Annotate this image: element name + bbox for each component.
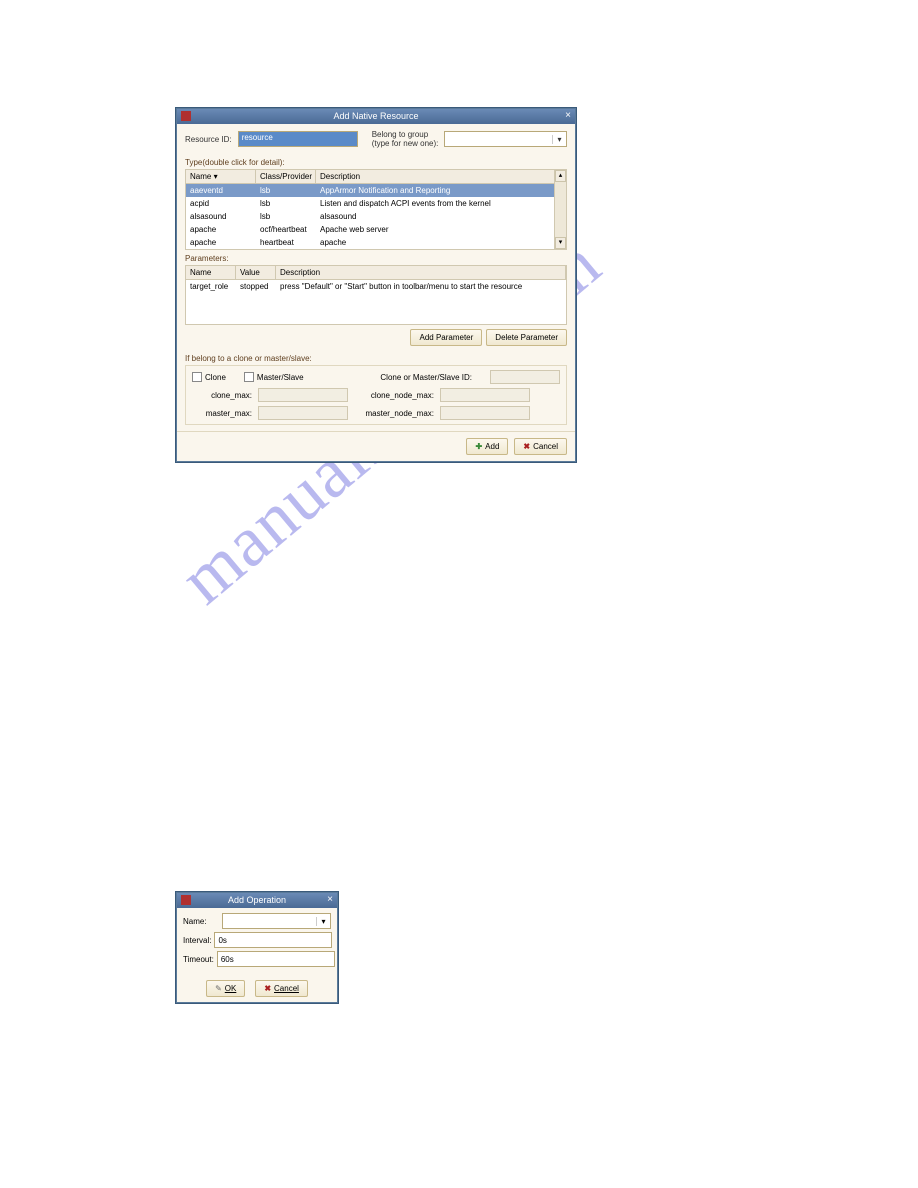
parameters-label: Parameters: <box>177 250 575 265</box>
cell-name: aaeventd <box>186 185 256 196</box>
pcol-desc[interactable]: Description <box>276 266 566 279</box>
cell-class: heartbeat <box>256 237 316 248</box>
ok-button[interactable]: ✎ OK <box>206 980 245 997</box>
cell-class: lsb <box>256 198 316 209</box>
pcol-value[interactable]: Value <box>236 266 276 279</box>
clone-node-max-label: clone_node_max: <box>354 391 434 400</box>
pcell-value: stopped <box>236 280 276 293</box>
cell-desc: apache <box>316 237 566 248</box>
belong-to-group-label: Belong to group (type for new one): <box>372 130 439 148</box>
clone-section-label: If belong to a clone or master/slave: <box>177 350 575 365</box>
master-node-max-input[interactable] <box>440 406 530 420</box>
table-row[interactable]: aaeventd lsb AppArmor Notification and R… <box>186 184 566 197</box>
close-icon[interactable]: × <box>327 894 333 905</box>
table-header: Name ▾ Class/Provider Description <box>186 170 566 184</box>
app-icon <box>181 111 191 121</box>
name-combo[interactable]: ▾ <box>222 913 331 929</box>
cancel-btn-label: Cancel <box>533 442 558 451</box>
masterslave-checkbox[interactable]: Master/Slave <box>244 372 304 382</box>
dialog-title: Add Native Resource <box>333 111 418 121</box>
name-label: Name: <box>183 917 219 926</box>
add-operation-dialog: Add Operation × Name: ▾ Interval: Timeou… <box>176 892 338 1003</box>
col-desc[interactable]: Description <box>316 170 566 183</box>
cell-name: apache <box>186 237 256 248</box>
cell-name: alsasound <box>186 211 256 222</box>
delete-parameter-button[interactable]: Delete Parameter <box>486 329 567 346</box>
table-row[interactable]: apache heartbeat apache <box>186 236 566 249</box>
app-icon <box>181 895 191 905</box>
scroll-up-icon[interactable]: ▴ <box>555 170 566 182</box>
checkbox-box-icon <box>192 372 202 382</box>
cell-name: apache <box>186 224 256 235</box>
resource-id-input[interactable]: resource <box>238 131 358 147</box>
ms-cb-label: Master/Slave <box>257 373 304 382</box>
close-icon[interactable]: × <box>565 110 571 121</box>
table-row[interactable]: acpid lsb Listen and dispatch ACPI event… <box>186 197 566 210</box>
cell-desc: Apache web server <box>316 224 566 235</box>
table-row[interactable]: alsasound lsb alsasound <box>186 210 566 223</box>
resource-id-label: Resource ID: <box>185 135 232 144</box>
cell-desc: AppArmor Notification and Reporting <box>316 185 566 196</box>
clone-max-input[interactable] <box>258 388 348 402</box>
cell-class: lsb <box>256 211 316 222</box>
belong-to-group-combo[interactable]: ▾ <box>444 131 567 147</box>
cancel-icon: ✖ <box>264 984 271 993</box>
parameters-table: Name Value Description target_role stopp… <box>185 265 567 325</box>
col-name[interactable]: Name ▾ <box>186 170 256 183</box>
timeout-input[interactable] <box>217 951 335 967</box>
dialog2-titlebar[interactable]: Add Operation × <box>177 893 337 908</box>
add-parameter-button[interactable]: Add Parameter <box>410 329 482 346</box>
table-row[interactable]: apache ocf/heartbeat Apache web server <box>186 223 566 236</box>
master-max-label: master_max: <box>192 409 252 418</box>
timeout-label: Timeout: <box>183 955 214 964</box>
cell-desc: Listen and dispatch ACPI events from the… <box>316 198 566 209</box>
dialog-titlebar[interactable]: Add Native Resource × <box>177 109 575 124</box>
ok-btn-label: OK <box>225 984 237 993</box>
cancel-button[interactable]: ✖ Cancel <box>514 438 567 455</box>
params-row[interactable]: target_role stopped press "Default" or "… <box>186 280 566 293</box>
clone-id-label: Clone or Master/Slave ID: <box>380 373 472 382</box>
master-node-max-label: master_node_max: <box>354 409 434 418</box>
interval-label: Interval: <box>183 936 211 945</box>
ok-icon: ✎ <box>215 984 222 993</box>
checkbox-box-icon <box>244 372 254 382</box>
cell-class: lsb <box>256 185 316 196</box>
col-class[interactable]: Class/Provider <box>256 170 316 183</box>
clone-cb-label: Clone <box>205 373 226 382</box>
pcell-name: target_role <box>186 280 236 293</box>
pcell-desc: press "Default" or "Start" button in too… <box>276 280 566 293</box>
clone-node-max-input[interactable] <box>440 388 530 402</box>
type-section-label: Type(double click for detail): <box>177 154 575 169</box>
master-max-input[interactable] <box>258 406 348 420</box>
dialog2-title: Add Operation <box>228 895 286 905</box>
chevron-down-icon[interactable]: ▾ <box>552 135 566 144</box>
cancel-button[interactable]: ✖ Cancel <box>255 980 308 997</box>
pcol-name[interactable]: Name <box>186 266 236 279</box>
cancel-icon: ✖ <box>523 442 530 451</box>
clone-section: Clone Master/Slave Clone or Master/Slave… <box>185 365 567 425</box>
resource-type-table: Name ▾ Class/Provider Description aaeven… <box>185 169 567 250</box>
cell-desc: alsasound <box>316 211 566 222</box>
add-button[interactable]: ✚ Add <box>466 438 508 455</box>
clone-checkbox[interactable]: Clone <box>192 372 226 382</box>
table-scrollbar[interactable]: ▴ ▾ <box>554 170 566 249</box>
cell-class: ocf/heartbeat <box>256 224 316 235</box>
cell-name: acpid <box>186 198 256 209</box>
clone-id-input[interactable] <box>490 370 560 384</box>
scroll-down-icon[interactable]: ▾ <box>555 237 566 249</box>
clone-max-label: clone_max: <box>192 391 252 400</box>
cancel-btn-label: Cancel <box>274 984 299 993</box>
add-btn-label: Add <box>485 442 499 451</box>
interval-input[interactable] <box>214 932 332 948</box>
add-native-resource-dialog: Add Native Resource × Resource ID: resou… <box>176 108 576 462</box>
chevron-down-icon: ▾ <box>214 172 218 181</box>
plus-icon: ✚ <box>475 442 482 451</box>
params-header: Name Value Description <box>186 266 566 280</box>
chevron-down-icon[interactable]: ▾ <box>316 917 330 926</box>
